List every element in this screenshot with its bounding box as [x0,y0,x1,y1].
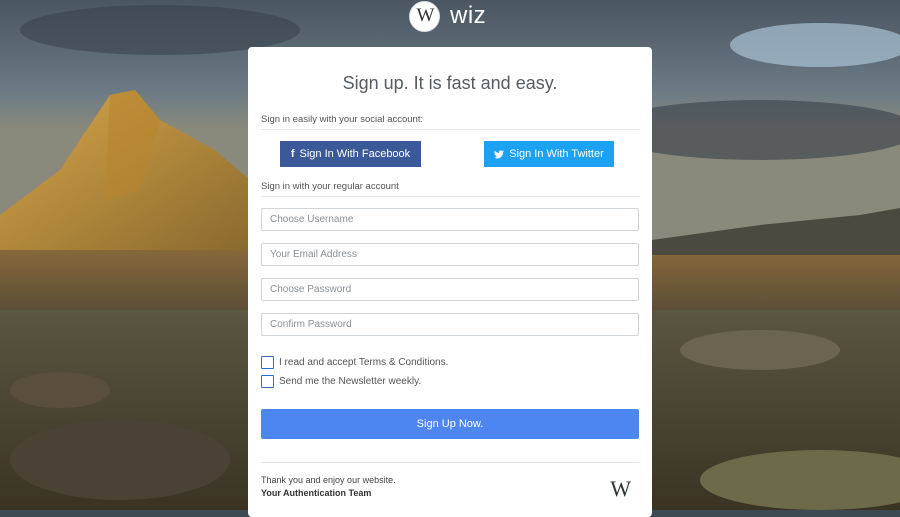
footer-divider [261,462,639,463]
password-input[interactable] [261,278,639,301]
social-section-label: Sign in easily with your social account: [261,114,639,130]
username-input[interactable] [261,208,639,231]
confirm-password-input[interactable] [261,313,639,336]
footer-message: Thank you and enjoy our website. Your Au… [261,474,396,500]
email-input[interactable] [261,243,639,266]
twitter-signin-button[interactable]: Sign In With Twitter [484,141,614,167]
terms-checkbox[interactable] [261,356,274,369]
regular-section-label: Sign in with your regular account [261,181,639,197]
facebook-icon: f [290,148,295,160]
facebook-button-label: Sign In With Facebook [299,148,411,160]
footer-logo-icon: W [610,476,631,501]
signup-fields [261,208,639,336]
newsletter-label: Send me the Newsletter weekly. [279,376,422,387]
facebook-signin-button[interactable]: f Sign In With Facebook [280,141,421,167]
consent-checks: I read and accept Terms & Conditions. Se… [261,353,639,391]
brand-logo-icon[interactable]: W [409,0,440,32]
social-buttons: f Sign In With Facebook Sign In With Twi… [261,130,639,167]
form-title: Sign up. It is fast and easy. [342,73,558,93]
brand-name[interactable]: wiz [450,2,486,30]
signup-submit-button[interactable]: Sign Up Now. [261,409,639,439]
footer-team: Your Authentication Team [261,488,372,498]
terms-row: I read and accept Terms & Conditions. [261,353,639,372]
terms-label: I read and accept Terms & Conditions. [279,357,449,368]
footer-thanks: Thank you and enjoy our website. [261,475,396,485]
signup-card: Sign up. It is fast and easy. Sign in ea… [248,47,652,517]
brand-header: W wiz [409,0,486,32]
newsletter-row: Send me the Newsletter weekly. [261,372,639,391]
card-footer: Thank you and enjoy our website. Your Au… [261,474,639,502]
newsletter-checkbox[interactable] [261,375,274,388]
twitter-button-label: Sign In With Twitter [509,148,604,160]
twitter-icon [494,149,505,158]
